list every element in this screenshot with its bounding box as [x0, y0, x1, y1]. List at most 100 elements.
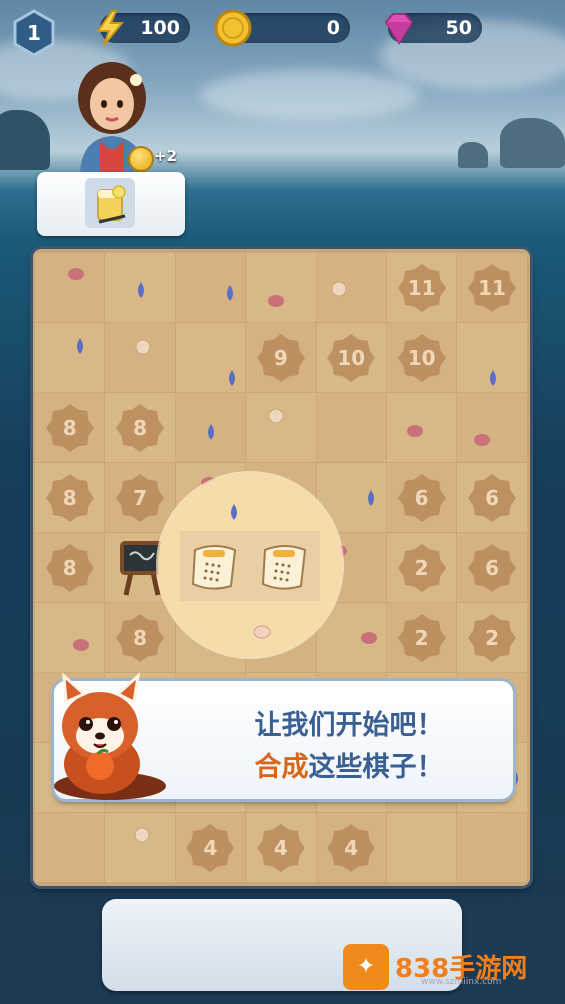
board-cell[interactable]: [457, 323, 528, 393]
lock-level-number: 8: [62, 485, 77, 510]
board-cell[interactable]: [246, 393, 317, 463]
blue-drop-decoration-icon: [231, 504, 237, 520]
order-card[interactable]: [37, 172, 185, 236]
locked-tile: 10: [327, 333, 376, 382]
locked-tile: 9: [256, 333, 305, 382]
lock-level-number: 4: [344, 835, 359, 860]
locked-tile: 4: [256, 823, 305, 872]
locked-tile: 4: [186, 823, 235, 872]
lock-level-number: 8: [133, 625, 148, 650]
dialog-line-2: 合成这些棋子！: [214, 745, 484, 784]
lock-level-number: 6: [485, 485, 499, 510]
board-cell[interactable]: [35, 323, 106, 393]
locked-tile: 2: [397, 613, 446, 662]
lock-level-number: 10: [407, 345, 436, 370]
board-cell[interactable]: [386, 813, 458, 883]
lock-level-number: 6: [485, 555, 499, 580]
dialog-line-1: 让我们开始吧！: [254, 710, 444, 741]
board-cell[interactable]: 8: [105, 393, 176, 463]
dialog-line-2-rest: 这些棋子！: [308, 752, 444, 783]
board-cell[interactable]: 2: [386, 533, 458, 603]
locked-tile: 8: [45, 403, 94, 452]
board-cell[interactable]: [175, 253, 247, 323]
board-cell[interactable]: 9: [246, 323, 317, 393]
board-cell[interactable]: 2: [457, 603, 528, 673]
locked-tile: 6: [397, 473, 446, 522]
recipe-scroll-icon[interactable]: [255, 536, 315, 596]
blue-drop-decoration-icon: [367, 490, 374, 506]
pink-shell-decoration-icon: [268, 295, 285, 307]
board-cell[interactable]: 8: [35, 463, 106, 533]
level-badge[interactable]: 1: [10, 9, 58, 57]
board-cell[interactable]: 2: [386, 603, 458, 673]
board-cell[interactable]: 11: [457, 253, 528, 323]
board-cell[interactable]: [35, 813, 106, 883]
blue-drop-decoration-icon: [228, 370, 235, 386]
pink-shell-decoration-icon: [406, 425, 423, 437]
board-cell[interactable]: 6: [457, 463, 528, 533]
board-cell[interactable]: [105, 323, 176, 393]
blue-drop-decoration-icon: [490, 370, 497, 386]
board-cell[interactable]: [457, 813, 528, 883]
board-cell[interactable]: [457, 393, 528, 463]
lock-level-number: 9: [273, 345, 288, 370]
board-cell[interactable]: [105, 253, 176, 323]
coin-counter[interactable]: 0: [214, 9, 350, 47]
board-cell[interactable]: 4: [316, 813, 387, 883]
pink-shell-decoration-icon: [73, 639, 89, 651]
board-cell[interactable]: [35, 603, 106, 673]
energy-counter[interactable]: 100: [96, 10, 190, 46]
board-cell[interactable]: [35, 253, 106, 323]
lock-level-number: 8: [62, 415, 77, 440]
board-cell[interactable]: 4: [246, 813, 317, 883]
coin-icon: [128, 146, 154, 172]
board-cell[interactable]: [105, 813, 176, 883]
blue-drop-decoration-icon: [77, 338, 83, 354]
board-cell[interactable]: 6: [386, 463, 458, 533]
board-cell[interactable]: [246, 253, 317, 323]
lock-level-number: 8: [62, 555, 77, 580]
board-cell[interactable]: 11: [386, 253, 458, 323]
energy-value: 100: [140, 17, 180, 39]
lock-level-number: 10: [337, 345, 366, 370]
locked-tile: 8: [45, 543, 94, 592]
locked-tile: 2: [397, 543, 446, 592]
board-cell[interactable]: 8: [35, 393, 106, 463]
watermark-logo-icon: ✦: [343, 944, 389, 990]
lock-level-number: 6: [414, 485, 429, 510]
locked-tile: 11: [397, 263, 446, 312]
red-panda-icon: [54, 672, 166, 800]
board-cell[interactable]: 6: [457, 533, 528, 603]
board-cell[interactable]: 8: [105, 603, 176, 673]
lock-level-number: 2: [485, 625, 499, 650]
order-item-slot: [85, 178, 135, 228]
board-cell[interactable]: 10: [316, 323, 387, 393]
lock-level-number: 4: [273, 835, 288, 860]
board-cell[interactable]: 8: [35, 533, 106, 603]
board-cell[interactable]: [316, 253, 387, 323]
locked-tile: 11: [468, 263, 517, 312]
level-number: 1: [27, 21, 41, 45]
watermark-url: www.szmiinx.com: [421, 977, 502, 987]
board-cell[interactable]: 10: [386, 323, 458, 393]
board-cell[interactable]: [175, 393, 247, 463]
board-cell[interactable]: [316, 393, 387, 463]
lock-level-number: 11: [407, 275, 436, 300]
pink-shell-decoration-icon: [68, 268, 84, 280]
board-cell[interactable]: [386, 393, 458, 463]
tutorial-spotlight: [158, 473, 342, 657]
order-reward-value: +2: [154, 147, 178, 165]
lock-level-number: 7: [133, 485, 148, 510]
lock-level-number: 8: [133, 415, 148, 440]
spiral-shell-decoration-icon: [135, 339, 151, 355]
locked-tile: 2: [468, 613, 517, 662]
locked-tile: 7: [116, 473, 165, 522]
lemonade-icon: [97, 185, 126, 224]
board-cell[interactable]: [175, 323, 247, 393]
spiral-shell-decoration-icon: [268, 408, 284, 424]
board-cell[interactable]: 4: [175, 813, 247, 883]
recipe-scroll-icon[interactable]: [185, 536, 245, 596]
board-cell[interactable]: 7: [105, 463, 176, 533]
gem-value: 50: [445, 17, 472, 39]
gem-counter[interactable]: 50: [384, 13, 482, 45]
